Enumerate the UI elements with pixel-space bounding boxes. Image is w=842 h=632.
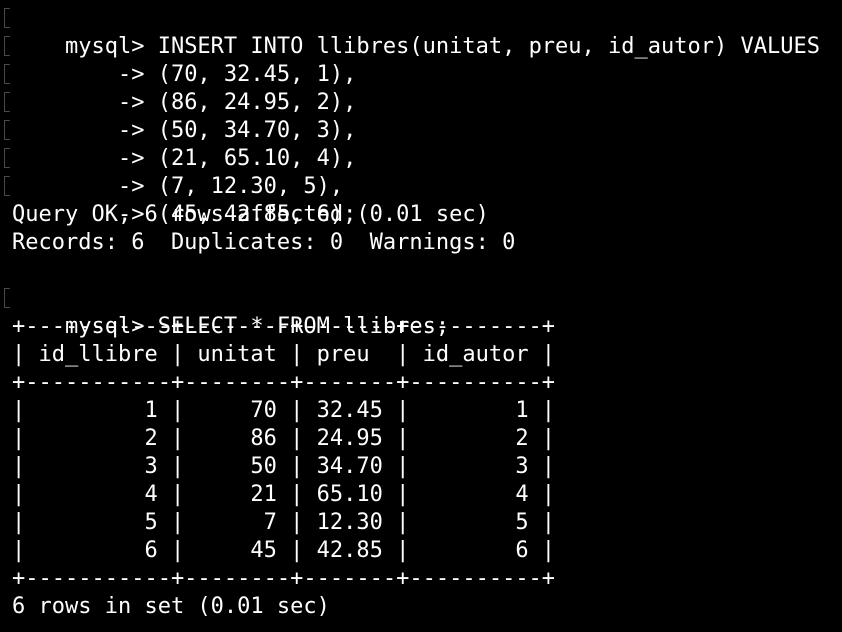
terminal-window[interactable]: mysql> INSERT INTO llibres(unitat, preu,… (0, 0, 842, 632)
prompt-marker (4, 120, 10, 140)
command-line: mysql> SELECT * FROM llibres; (4, 285, 842, 339)
table-row: | 3 | 50 | 34.70 | 3 | (12, 454, 556, 479)
continuation-line: -> (7, 12.30, 5), (4, 145, 842, 199)
prompt-marker (4, 36, 10, 56)
command-line: mysql> INSERT INTO llibres(unitat, preu,… (4, 5, 842, 59)
prompt-marker (4, 288, 10, 308)
prompt-marker (4, 8, 10, 28)
continuation-line: -> (86, 24.95, 2), (4, 61, 842, 115)
table-header: | id_llibre | unitat | preu | id_autor | (12, 342, 556, 367)
records-summary: Records: 6 Duplicates: 0 Warnings: 0 (12, 230, 516, 255)
table-border: +-----------+--------+-------+----------… (12, 566, 556, 591)
rows-summary: 6 rows in set (0.01 sec) (12, 594, 330, 619)
table-border: +-----------+--------+-------+----------… (12, 370, 556, 395)
prompt-marker (4, 176, 10, 196)
prompt-marker (4, 64, 10, 84)
table-row: | 4 | 21 | 65.10 | 4 | (12, 482, 556, 507)
prompt-marker (4, 148, 10, 168)
table-row: | 1 | 70 | 32.45 | 1 | (12, 398, 556, 423)
prompt-marker (4, 92, 10, 112)
table-row: | 2 | 86 | 24.95 | 2 | (12, 426, 556, 451)
table-row: | 5 | 7 | 12.30 | 5 | (12, 510, 556, 535)
table-border: +-----------+--------+-------+----------… (12, 314, 556, 339)
continuation-line: -> (21, 65.10, 4), (4, 117, 842, 171)
continuation-line: -> (70, 32.45, 1), (4, 33, 842, 87)
table-row: | 6 | 45 | 42.85 | 6 | (12, 538, 556, 563)
continuation-line: -> (50, 34.70, 3), (4, 89, 842, 143)
continuation-line: -> (45, 42.85, 6); (4, 173, 842, 227)
query-result: Query OK, 6 rows affected (0.01 sec) (12, 202, 489, 227)
